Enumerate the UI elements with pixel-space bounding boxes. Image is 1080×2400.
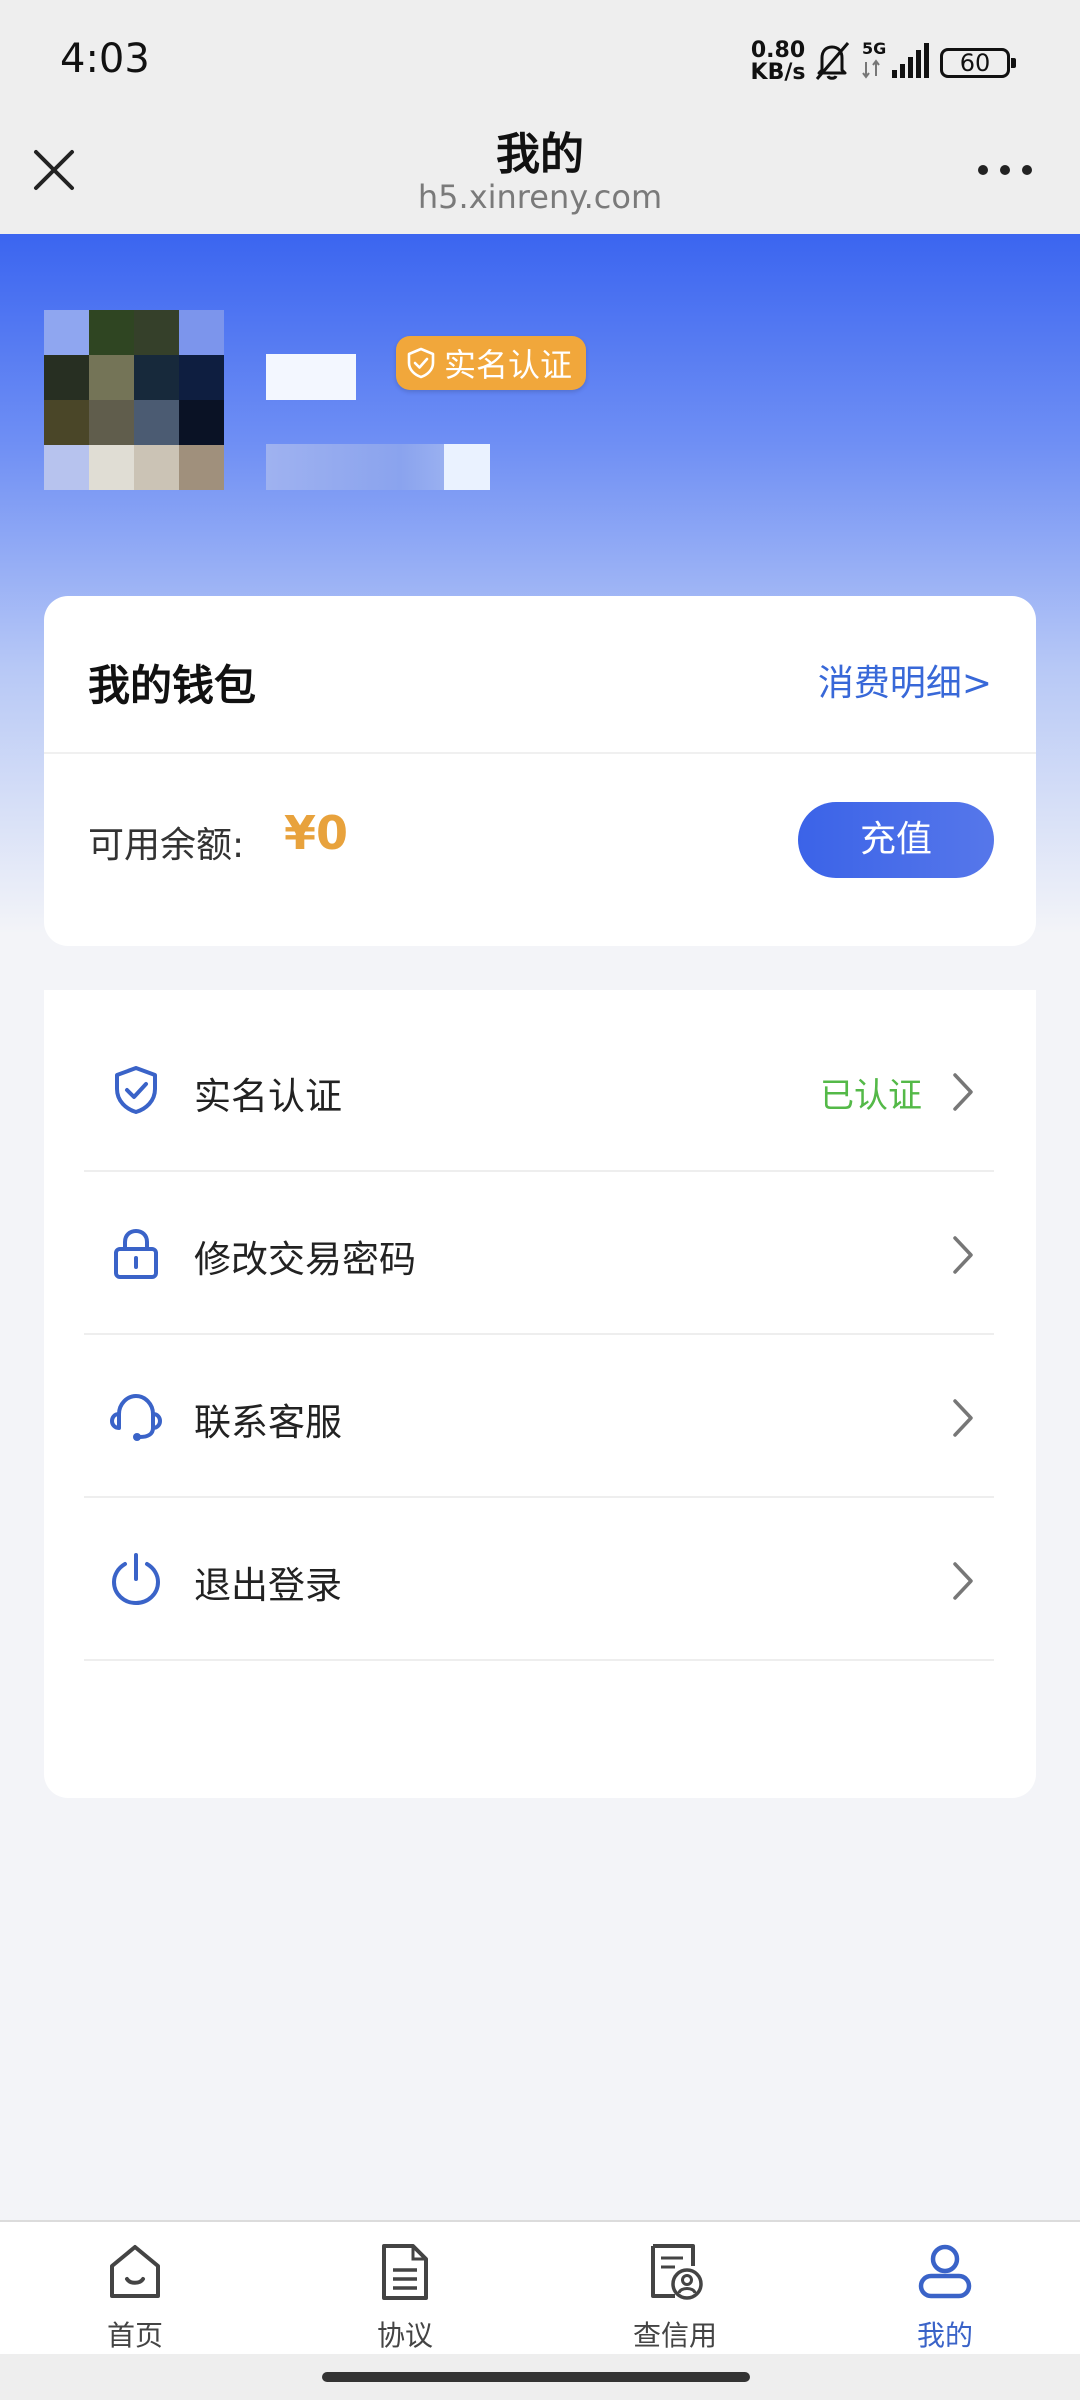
more-dot — [1022, 165, 1032, 175]
home-indicator[interactable] — [322, 2372, 750, 2382]
more-dot — [1000, 165, 1010, 175]
lock-icon — [114, 1228, 158, 1279]
status-time: 4:03 — [60, 36, 150, 82]
power-icon — [111, 1553, 161, 1606]
recharge-button[interactable]: 充值 — [798, 802, 994, 878]
menu-item-change-password[interactable]: 修改交易密码 — [84, 1173, 994, 1335]
net-speed-value: 0.80 — [750, 38, 806, 63]
tab-mine[interactable]: 我的 — [810, 2222, 1080, 2356]
balance-value: ¥0 — [284, 806, 349, 860]
username-redacted — [266, 354, 356, 400]
verified-badge-label: 实名认证 — [444, 346, 573, 384]
tab-credit-check[interactable]: 查信用 — [540, 2222, 810, 2356]
wallet-card: 我的钱包 消费明细> 可用余额: ¥0 充值 — [44, 596, 1036, 946]
network-type: 5G — [862, 40, 886, 58]
chevron-right-icon — [953, 1399, 973, 1437]
page-title: 我的 — [496, 129, 584, 180]
tab-label: 协议 — [376, 2319, 433, 2352]
tab-label: 查信用 — [632, 2319, 717, 2352]
headset-icon — [110, 1393, 162, 1441]
menu-item-label: 退出登录 — [194, 1564, 342, 1607]
shield-check-icon — [115, 1066, 157, 1114]
tab-label: 我的 — [916, 2319, 973, 2352]
tab-agreement[interactable]: 协议 — [270, 2222, 540, 2356]
consumption-detail-link[interactable]: 消费明细> — [818, 654, 992, 706]
menu-item-logout[interactable]: 退出登录 — [84, 1499, 994, 1661]
battery-icon: 60 — [940, 48, 1016, 78]
menu-item-label: 修改交易密码 — [194, 1238, 416, 1281]
home-icon — [110, 2245, 160, 2298]
bell-off-icon — [815, 42, 850, 80]
menu-item-real-name[interactable]: 实名认证 已认证 — [84, 1010, 994, 1172]
account-redacted-block — [444, 444, 490, 490]
menu-item-label: 联系客服 — [194, 1401, 342, 1444]
document-icon — [382, 2244, 428, 2300]
page-url: h5.xinreny.com — [417, 178, 663, 216]
bottom-tab-bar: 首页 协议 查信用 我的 — [0, 2220, 1080, 2354]
net-speed-unit: KB/s — [750, 60, 806, 85]
tab-label: 首页 — [106, 2319, 163, 2352]
more-icon[interactable] — [970, 150, 1040, 190]
status-bar: 4:03 0.80 KB/s 5G 60 — [0, 0, 1080, 110]
chevron-right-icon — [953, 1073, 973, 1111]
user-icon — [918, 2244, 972, 2299]
verified-badge: 实名认证 — [396, 336, 587, 390]
menu-item-label: 实名认证 — [194, 1075, 342, 1118]
verified-status: 已认证 — [820, 1076, 922, 1116]
tab-home[interactable]: 首页 — [0, 2222, 270, 2356]
balance-label: 可用余额: — [88, 825, 245, 866]
settings-menu: 实名认证 已认证 修改交易密码 联系客服 退出登录 — [44, 990, 1036, 1798]
credit-report-icon — [651, 2244, 703, 2300]
wallet-title: 我的钱包 — [88, 661, 257, 710]
shield-check-icon — [407, 347, 435, 379]
chevron-right-icon — [953, 1236, 973, 1274]
chevron-right-icon — [953, 1562, 973, 1600]
more-dot — [978, 165, 988, 175]
signal-icon: 5G — [862, 40, 929, 79]
header: 我的 h5.xinreny.com — [0, 110, 1080, 234]
menu-item-customer-service[interactable]: 联系客服 — [84, 1336, 994, 1498]
avatar[interactable] — [44, 310, 224, 490]
net-speed: 0.80 KB/s — [750, 40, 806, 84]
divider — [44, 752, 1036, 754]
